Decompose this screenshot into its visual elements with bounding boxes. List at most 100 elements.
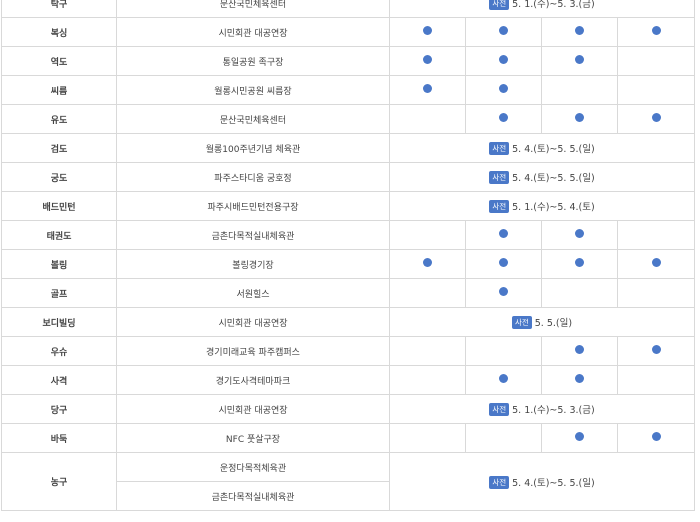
scheduled-dot-icon bbox=[499, 258, 508, 267]
scheduled-dot-icon bbox=[651, 26, 661, 35]
schedule-cell bbox=[465, 75, 542, 105]
table-row: 씨름 월롱시민공원 씨름장 bbox=[1, 75, 695, 105]
scheduled-dot-icon bbox=[499, 55, 508, 64]
sport-name: 농구 bbox=[1, 452, 117, 511]
schedule-cell bbox=[465, 249, 542, 279]
scheduled-dot-icon bbox=[651, 432, 661, 441]
table-row: 배드민턴 파주시배드민턴전용구장 사전 5. 1.(수)~5. 4.(토) bbox=[1, 191, 695, 221]
schedule-cell bbox=[617, 17, 695, 47]
sport-name: 궁도 bbox=[1, 162, 117, 192]
scheduled-dot-icon bbox=[575, 26, 584, 35]
pre-event-cell: 사전 5. 1.(수)~5. 3.(금) bbox=[389, 394, 695, 424]
schedule-cell bbox=[617, 365, 695, 395]
schedule-cell bbox=[617, 336, 695, 366]
schedule-cell bbox=[389, 220, 466, 250]
schedule-cell bbox=[465, 17, 542, 47]
schedule-cell bbox=[465, 104, 542, 134]
sport-name: 우슈 bbox=[1, 336, 117, 366]
venue-name: 통일공원 족구장 bbox=[116, 46, 390, 76]
table-row: 사격 경기도사격테마파크 bbox=[1, 365, 695, 395]
schedule-cell bbox=[389, 249, 466, 279]
scheduled-dot-icon bbox=[575, 432, 584, 441]
table-row: 바둑 NFC 풋살구장 bbox=[1, 423, 695, 453]
scheduled-dot-icon bbox=[499, 113, 508, 122]
table-row: 볼링 볼링경기장 bbox=[1, 249, 695, 279]
scheduled-dot-icon bbox=[575, 258, 584, 267]
pre-event-badge: 사전 bbox=[489, 475, 510, 489]
sport-name: 역도 bbox=[1, 46, 117, 76]
venue-name: 월롱시민공원 씨름장 bbox=[116, 75, 390, 105]
scheduled-dot-icon bbox=[499, 84, 508, 93]
schedule-cell bbox=[541, 278, 618, 308]
schedule-cell bbox=[541, 336, 618, 366]
schedule-cell bbox=[389, 423, 466, 453]
scheduled-dot-icon bbox=[499, 229, 508, 238]
pre-event-badge: 사전 bbox=[489, 142, 510, 155]
schedule-cell bbox=[541, 46, 618, 76]
schedule-cell bbox=[465, 46, 542, 76]
schedule-cell bbox=[617, 423, 695, 453]
schedule-cell bbox=[541, 17, 618, 47]
sport-name: 사격 bbox=[1, 365, 117, 395]
schedule-cell bbox=[465, 423, 542, 453]
sport-name: 골프 bbox=[1, 278, 117, 308]
sport-name: 배드민턴 bbox=[1, 191, 117, 221]
scheduled-dot-icon bbox=[499, 287, 508, 296]
table-row: 우슈 경기미래교육 파주캠퍼스 bbox=[1, 336, 695, 366]
venue-name: 금촌다목적실내체육관 bbox=[116, 481, 390, 511]
sport-name: 검도 bbox=[1, 133, 117, 163]
schedule-cell bbox=[541, 249, 618, 279]
scheduled-dot-icon bbox=[423, 258, 432, 267]
schedule-cell bbox=[617, 104, 695, 134]
venue-name: 서원힐스 bbox=[116, 278, 390, 308]
venue-name: 월롱100주년기념 체육관 bbox=[116, 133, 390, 163]
date-range: 5. 4.(토)~5. 5.(일) bbox=[512, 144, 595, 155]
date-range: 5. 4.(토)~5. 5.(일) bbox=[512, 477, 595, 489]
pre-event-badge: 사전 bbox=[511, 316, 532, 329]
table-row: 역도 통일공원 족구장 bbox=[1, 46, 695, 76]
schedule-cell bbox=[617, 46, 695, 76]
pre-event-cell: 사전 5. 1.(수)~5. 4.(토) bbox=[389, 191, 695, 221]
pre-event-cell: 사전 5. 4.(토)~5. 5.(일) bbox=[389, 452, 695, 511]
sport-name: 당구 bbox=[1, 394, 117, 424]
sport-name: 탁구 bbox=[1, 0, 117, 18]
date-range: 5. 1.(수)~5. 4.(토) bbox=[512, 202, 595, 213]
schedule-cell bbox=[389, 336, 466, 366]
date-range: 5. 1.(수)~5. 3.(금) bbox=[512, 0, 595, 10]
table-row: 탁구 문산국민체육센터 사전 5. 1.(수)~5. 3.(금) bbox=[1, 0, 695, 18]
scheduled-dot-icon bbox=[499, 26, 508, 35]
venue-name: 운정다목적체육관 bbox=[116, 452, 390, 482]
venue-name: 문산국민체육센터 bbox=[116, 0, 390, 18]
schedule-cell bbox=[465, 278, 542, 308]
sport-name: 볼링 bbox=[1, 249, 117, 279]
scheduled-dot-icon bbox=[651, 113, 661, 122]
scheduled-dot-icon bbox=[423, 55, 432, 64]
schedule-cell bbox=[541, 104, 618, 134]
table-row: 복싱 시민회관 대공연장 bbox=[1, 17, 695, 47]
schedule-cell bbox=[389, 75, 466, 105]
table-row: 농구 운정다목적체육관 사전 5. 4.(토)~5. 5.(일) bbox=[1, 452, 695, 511]
venue-name: 시민회관 대공연장 bbox=[116, 394, 390, 424]
schedule-cell bbox=[465, 220, 542, 250]
scheduled-dot-icon bbox=[575, 229, 584, 238]
schedule-cell bbox=[541, 365, 618, 395]
schedule-cell bbox=[617, 75, 695, 105]
scheduled-dot-icon bbox=[575, 113, 584, 122]
schedule-cell bbox=[465, 365, 542, 395]
venue-name: 시민회관 대공연장 bbox=[116, 307, 390, 337]
scheduled-dot-icon bbox=[499, 374, 508, 383]
schedule-cell bbox=[617, 220, 695, 250]
table-row: 보디빌딩 시민회관 대공연장 사전 5. 5.(일) bbox=[1, 307, 695, 337]
pre-event-cell: 사전 5. 1.(수)~5. 3.(금) bbox=[389, 0, 695, 18]
sport-name: 바둑 bbox=[1, 423, 117, 453]
pre-event-badge: 사전 bbox=[489, 403, 510, 416]
table-row: 유도 문산국민체육센터 bbox=[1, 104, 695, 134]
schedule-cell bbox=[465, 336, 542, 366]
venue-name: 경기미래교육 파주캠퍼스 bbox=[116, 336, 390, 366]
sport-name: 복싱 bbox=[1, 17, 117, 47]
schedule-cell bbox=[389, 365, 466, 395]
table-row: 골프 서원힐스 bbox=[1, 278, 695, 308]
venue-name: 시민회관 대공연장 bbox=[116, 17, 390, 47]
venue-name: 문산국민체육센터 bbox=[116, 104, 390, 134]
schedule-cell bbox=[389, 46, 466, 76]
